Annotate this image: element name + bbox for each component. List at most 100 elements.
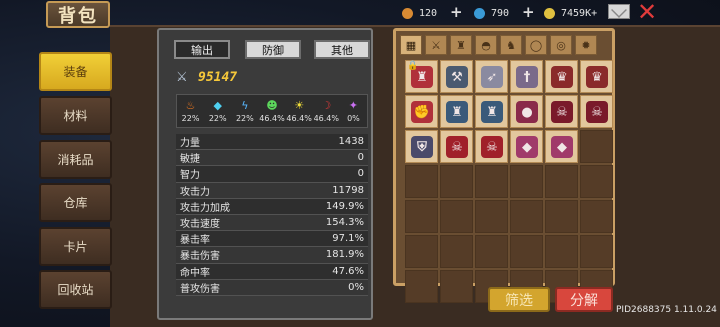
inventory-item[interactable]: ☠	[475, 130, 508, 163]
inventory-item[interactable]: ♜	[440, 95, 473, 128]
poison-icon: ☻	[266, 98, 278, 112]
element-poison: ☻ 46.4%	[258, 95, 285, 127]
empty-slot[interactable]	[440, 165, 473, 198]
add-gem-button[interactable]: +	[522, 3, 535, 21]
inventory-item[interactable]: ♜	[475, 95, 508, 128]
stat-row: 命中率 47.6%	[176, 263, 368, 280]
empty-slot[interactable]	[545, 235, 578, 268]
tab-output[interactable]: 输出	[174, 40, 230, 59]
stat-label: 普攻伤害	[180, 283, 220, 295]
spear-icon: ➶	[481, 66, 503, 88]
inventory-item[interactable]: ♛	[545, 60, 578, 93]
ice-icon: ◆	[213, 98, 222, 112]
empty-slot[interactable]	[405, 235, 438, 268]
stat-row: 攻击力加成 149.9%	[176, 198, 368, 215]
sidebar-item-equipment[interactable]: 装备	[39, 52, 112, 91]
add-gold-button[interactable]: +	[450, 3, 463, 21]
filter-bar: ▦ ⚔ ♜ ◓ ♞ ◯ ◎ ✹	[400, 35, 610, 55]
armor-filter-icon[interactable]: ♜	[450, 35, 472, 55]
inventory-item[interactable]: ♜ 🔒	[405, 60, 438, 93]
boots-filter-icon[interactable]: ♞	[500, 35, 522, 55]
element-percent: 22%	[208, 113, 227, 123]
filter-button[interactable]: 筛选	[488, 287, 550, 312]
tab-other[interactable]: 其他	[314, 40, 370, 59]
inventory-item[interactable]: ✊	[405, 95, 438, 128]
grid-all-icon[interactable]: ▦	[400, 35, 422, 55]
empty-slot[interactable]	[440, 200, 473, 233]
sidebar-item-warehouse[interactable]: 仓库	[39, 183, 112, 222]
stat-value: 154.3%	[325, 217, 364, 229]
inventory-item[interactable]: ⛨	[405, 130, 438, 163]
gear-filter-icon[interactable]: ✹	[575, 35, 597, 55]
dark-icon: ☽	[321, 98, 332, 112]
helmet-filter-icon[interactable]: ◓	[475, 35, 497, 55]
empty-slot[interactable]	[580, 130, 613, 163]
element-percent: 46.4%	[313, 113, 339, 123]
empty-slot[interactable]	[475, 200, 508, 233]
sidebar-item-consumables[interactable]: 消耗品	[39, 140, 112, 179]
inventory-item[interactable]: †	[510, 60, 543, 93]
inventory-item[interactable]: ♛	[580, 60, 613, 93]
empty-slot[interactable]	[580, 200, 613, 233]
empty-slot[interactable]	[405, 200, 438, 233]
gold-resource: 120	[402, 5, 437, 21]
empty-slot[interactable]	[475, 235, 508, 268]
close-icon[interactable]: ✕	[636, 0, 658, 24]
stat-row: 暴击率 97.1%	[176, 231, 368, 248]
element-percent: 46.4%	[259, 113, 285, 123]
necklace-filter-icon[interactable]: ◯	[525, 35, 547, 55]
shield-icon: ⛨	[411, 136, 433, 158]
sword-icon: †	[516, 66, 538, 88]
stat-label: 命中率	[180, 267, 210, 279]
gem-value: 790	[491, 7, 510, 19]
inventory-item[interactable]: ◆	[510, 130, 543, 163]
element-fire: ♨ 22%	[177, 95, 204, 127]
empty-slot[interactable]	[405, 165, 438, 198]
empty-slot[interactable]	[510, 200, 543, 233]
demon-helmet-icon: ☠	[551, 101, 573, 123]
decompose-button[interactable]: 分解	[555, 287, 613, 312]
inventory-item[interactable]: ☠	[440, 130, 473, 163]
tab-defense[interactable]: 防御	[245, 40, 301, 59]
empty-slot[interactable]	[580, 235, 613, 268]
empty-slot[interactable]	[545, 200, 578, 233]
gauntlet-icon: ✊	[411, 101, 433, 123]
inventory-item[interactable]: ⚒	[440, 60, 473, 93]
power-row: ⚔ 95147	[176, 68, 356, 87]
stat-row: 智力 0	[176, 166, 368, 183]
inventory-item[interactable]: ☠	[545, 95, 578, 128]
stat-value: 1438	[338, 136, 364, 148]
pid-version-label: PID2688375 1.11.0.24	[616, 305, 717, 315]
mail-icon[interactable]	[608, 4, 630, 19]
ring-filter-icon[interactable]: ◎	[550, 35, 572, 55]
empty-slot[interactable]	[580, 165, 613, 198]
stat-label: 智力	[180, 170, 200, 182]
element-percent: 22%	[181, 113, 200, 123]
empty-slot[interactable]	[510, 235, 543, 268]
inventory-item[interactable]: ◆	[545, 130, 578, 163]
beast-mask-icon: ☠	[481, 136, 503, 158]
sidebar-item-materials[interactable]: 材料	[39, 96, 112, 135]
gem-ring-icon: ◆	[516, 136, 538, 158]
lock-icon: 🔒	[407, 61, 419, 71]
empty-slot[interactable]	[510, 165, 543, 198]
inventory-panel: ▦ ⚔ ♜ ◓ ♞ ◯ ◎ ✹ ♜ 🔒 ⚒ ➶ † ♛ ♛ ✊ ♜ ♜ ● ☠ ☠ ⛨ ☠ ☠ ◆ ◆	[393, 28, 615, 303]
inventory-item[interactable]: ➶	[475, 60, 508, 93]
sidebar-item-recycle[interactable]: 回收站	[39, 270, 112, 309]
stats-panel: 输出 防御 其他 ⚔ 95147 ♨ 22% ◆ 22% ϟ 22% ☻ 46.4% ☀ 46.4…	[157, 28, 373, 320]
weapon-filter-icon[interactable]: ⚔	[425, 35, 447, 55]
empty-slot[interactable]	[440, 235, 473, 268]
arcane-icon: ✦	[348, 98, 359, 112]
stat-value: 11798	[332, 184, 364, 196]
page-title: 背包	[46, 1, 110, 28]
empty-slot[interactable]	[545, 165, 578, 198]
beast-mask-icon: ☠	[446, 136, 468, 158]
empty-slot[interactable]	[440, 270, 473, 303]
empty-slot[interactable]	[475, 165, 508, 198]
empty-slot[interactable]	[405, 270, 438, 303]
inventory-item[interactable]: ☠	[580, 95, 613, 128]
sidebar-item-cards[interactable]: 卡片	[39, 227, 112, 266]
inventory-item[interactable]: ●	[510, 95, 543, 128]
armor-icon: ♜	[481, 101, 503, 123]
element-lightning: ϟ 22%	[231, 95, 258, 127]
